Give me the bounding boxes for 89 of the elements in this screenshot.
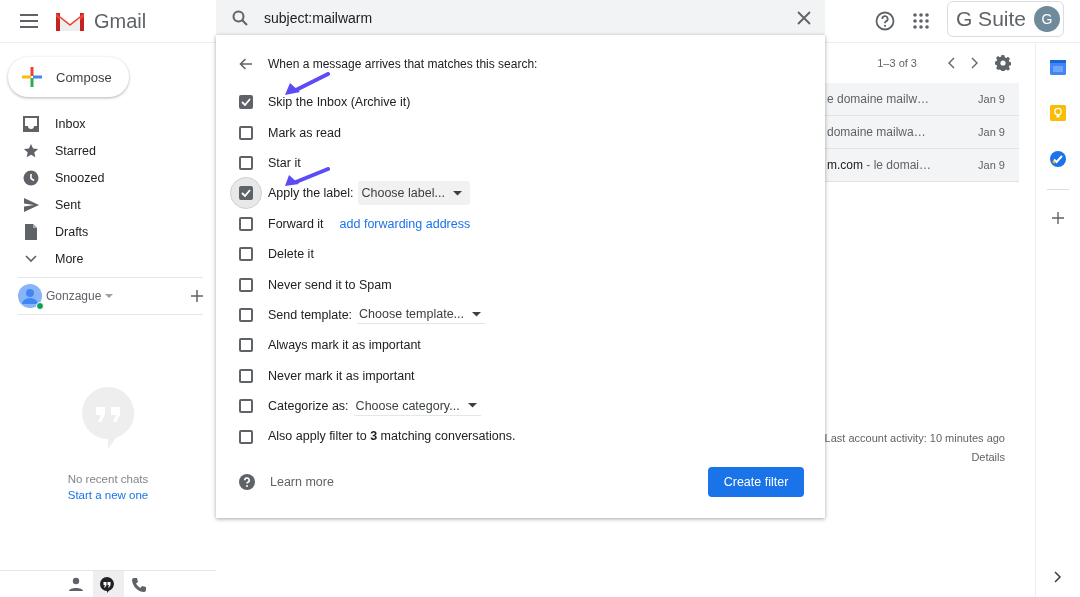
menu-icon[interactable]	[20, 14, 38, 28]
email-snippet: e domaine mailw…	[827, 92, 930, 106]
user-avatar-icon	[18, 284, 42, 308]
dropdown[interactable]: Choose label...	[358, 181, 470, 206]
nav-item[interactable]: Starred	[0, 137, 200, 164]
chevron-right-icon[interactable]	[1054, 571, 1062, 583]
search-bar[interactable]: subject:mailwarm	[216, 0, 825, 35]
chevron-right-icon[interactable]	[971, 57, 979, 69]
option-label: Mark as read	[268, 125, 341, 140]
account-name[interactable]: Gonzague	[46, 289, 102, 303]
checkbox[interactable]	[239, 125, 253, 140]
checkbox[interactable]	[239, 368, 253, 383]
compose-button[interactable]: Compose	[8, 57, 129, 97]
checkbox[interactable]	[239, 247, 253, 262]
apps-grid-icon[interactable]	[912, 13, 929, 29]
help-icon[interactable]	[874, 11, 895, 31]
email-snippet: domaine mailwa…	[827, 125, 926, 139]
quote-bubble-icon	[100, 576, 116, 593]
checkbox[interactable]	[239, 429, 253, 444]
option-label: Never send it to Spam	[268, 277, 392, 292]
account-activity-text: Last account activity: 10 minutes ago	[824, 432, 1005, 444]
app-name: Gmail	[94, 9, 147, 33]
back-arrow-icon[interactable]	[239, 58, 253, 70]
option-label: Skip the Inbox (Archive it)	[268, 95, 411, 110]
option-label: Apply the label:	[268, 186, 354, 201]
checkbox[interactable]	[239, 338, 253, 353]
details-link[interactable]: Details	[971, 451, 1005, 463]
learn-more-link[interactable]: Learn more	[270, 475, 334, 489]
close-icon[interactable]	[797, 10, 811, 25]
send-icon	[23, 196, 39, 213]
nav-item[interactable]: Drafts	[0, 218, 200, 245]
clock-icon	[23, 169, 39, 186]
checkmark-circle-icon[interactable]	[1050, 151, 1066, 167]
start-chat-link[interactable]: Start a new one	[67, 489, 149, 501]
page-range: 1–3 of 3	[877, 57, 917, 69]
email-date: Jan 9	[977, 126, 1005, 138]
search-field[interactable]: subject:mailwarm	[262, 8, 783, 27]
help-icon[interactable]	[239, 474, 255, 490]
person-icon	[69, 576, 85, 593]
chat-tab[interactable]	[92, 571, 124, 597]
option-label: Delete it	[268, 247, 314, 262]
inbox-icon	[23, 115, 39, 132]
star-icon	[23, 142, 39, 159]
empty-chat-message: No recent chats	[67, 473, 149, 485]
document-icon	[23, 223, 39, 240]
checkbox[interactable]	[239, 216, 253, 231]
calendar-icon[interactable]	[1050, 59, 1066, 75]
email-snippet: m.com - le domai…	[827, 158, 932, 172]
nav-item[interactable]: Snoozed	[0, 164, 200, 191]
dropdown[interactable]: Choose template...	[357, 307, 485, 325]
dropdown[interactable]: Choose category...	[353, 398, 481, 416]
create-filter-button[interactable]: Create filter	[708, 467, 804, 497]
checkbox[interactable]	[239, 186, 253, 201]
annotation-arrow	[284, 72, 330, 96]
checkbox[interactable]	[239, 95, 253, 110]
option-label: Star it	[268, 155, 301, 170]
email-date: Jan 9	[977, 93, 1005, 105]
option-label: Never mark it as important	[268, 368, 415, 383]
account-switcher[interactable]: G Suite G	[946, 1, 1064, 37]
caret-icon	[467, 403, 477, 409]
avatar[interactable]: G	[1034, 6, 1060, 32]
option-label: Categorize as:	[268, 399, 349, 414]
checkbox[interactable]	[239, 399, 253, 414]
annotation-arrow	[284, 167, 330, 187]
checkbox[interactable]	[239, 307, 253, 322]
nav-item[interactable]: More	[0, 245, 200, 272]
option-label: Forward it	[268, 216, 324, 231]
option-label: Send template:	[268, 307, 353, 322]
plus-icon[interactable]	[1052, 212, 1064, 224]
chevron-left-icon[interactable]	[947, 57, 955, 69]
plus-icon[interactable]	[191, 290, 203, 302]
email-date: Jan 9	[977, 159, 1005, 171]
caret-icon	[105, 293, 114, 299]
checkbox[interactable]	[239, 277, 253, 292]
forwarding-address-link[interactable]: add forwarding address	[339, 216, 471, 231]
caret-icon	[472, 311, 481, 317]
nav-item[interactable]: Inbox	[0, 110, 200, 137]
nav-item[interactable]: Sent	[0, 191, 200, 218]
checkmark-icon	[241, 98, 251, 107]
option-label: Also apply filter to 3 matching conversations.	[268, 429, 516, 444]
dialog-heading: When a message arrives that matches this search:	[268, 57, 538, 71]
phone-icon	[131, 576, 147, 593]
plus-icon	[22, 67, 42, 87]
checkmark-icon	[241, 189, 251, 198]
settings-icon[interactable]	[995, 55, 1011, 71]
search-icon	[232, 9, 248, 26]
caret-icon	[452, 190, 462, 196]
checkbox[interactable]	[239, 156, 253, 170]
option-label: Always mark it as important	[268, 338, 421, 353]
